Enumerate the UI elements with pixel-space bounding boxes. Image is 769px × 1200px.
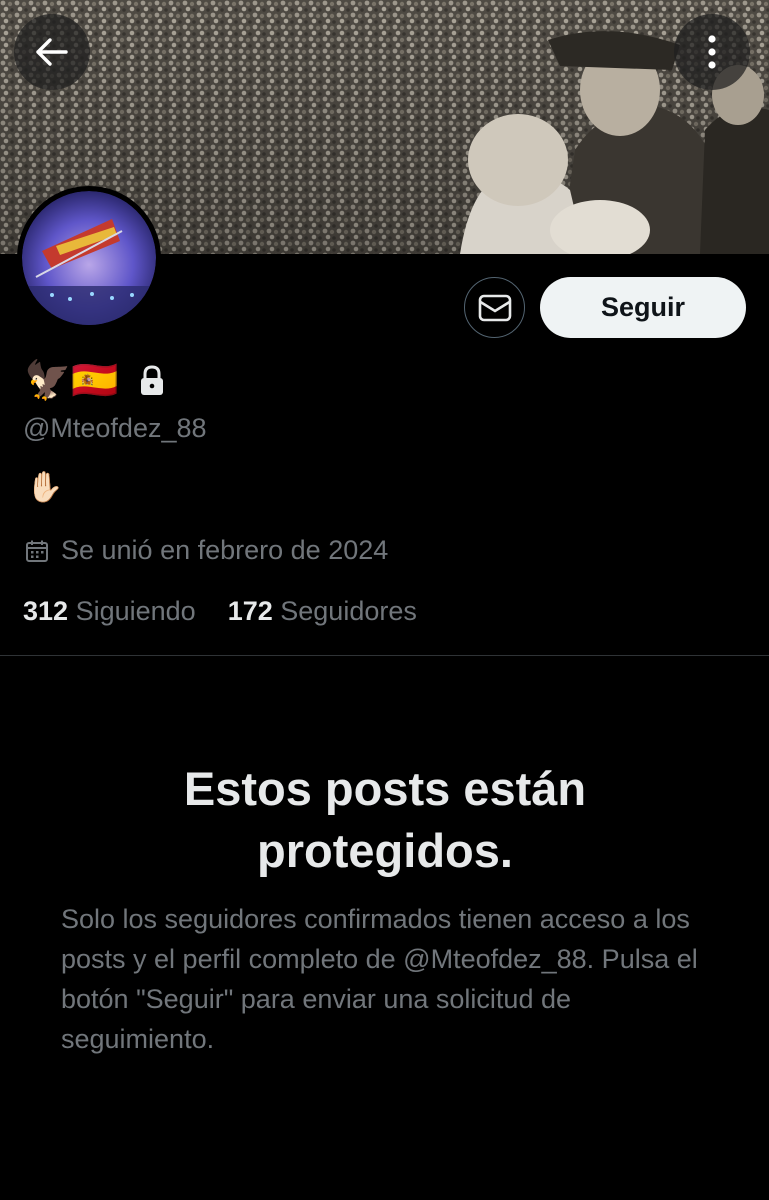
- display-name-emojis: 🦅🇪🇸: [24, 360, 119, 402]
- more-options-button[interactable]: [674, 14, 750, 90]
- join-date: Se unió en febrero de 2024: [25, 535, 388, 566]
- arrow-left-icon: [36, 38, 68, 66]
- calendar-icon: [26, 540, 48, 562]
- follow-button[interactable]: Seguir: [540, 277, 746, 338]
- display-name: 🦅🇪🇸: [24, 356, 167, 406]
- message-button[interactable]: [464, 277, 525, 338]
- more-vertical-icon: [708, 35, 716, 69]
- section-divider: [0, 655, 769, 656]
- follow-stats: 312 Siguiendo 172 Seguidores: [23, 596, 417, 627]
- user-handle: @Mteofdez_88: [23, 413, 207, 443]
- protected-posts-description: Solo los seguidores confirmados tienen a…: [61, 904, 698, 1054]
- back-button[interactable]: [14, 14, 90, 90]
- join-date-text: Se unió en febrero de 2024: [61, 535, 389, 565]
- followers-count: 172: [227, 596, 273, 626]
- following-count: 312: [23, 596, 69, 626]
- following-link[interactable]: 312 Siguiendo: [23, 596, 196, 627]
- avatar[interactable]: [17, 186, 161, 330]
- user-bio: ✋🏻: [26, 471, 64, 504]
- following-label: Siguiendo: [75, 596, 196, 626]
- envelope-icon: [478, 294, 511, 321]
- avatar-image: [22, 191, 156, 325]
- followers-label: Seguidores: [280, 596, 417, 626]
- lock-icon: [140, 365, 163, 395]
- protected-posts-title: Estos posts están protegidos.: [183, 762, 587, 877]
- followers-link[interactable]: 172 Seguidores: [228, 596, 417, 627]
